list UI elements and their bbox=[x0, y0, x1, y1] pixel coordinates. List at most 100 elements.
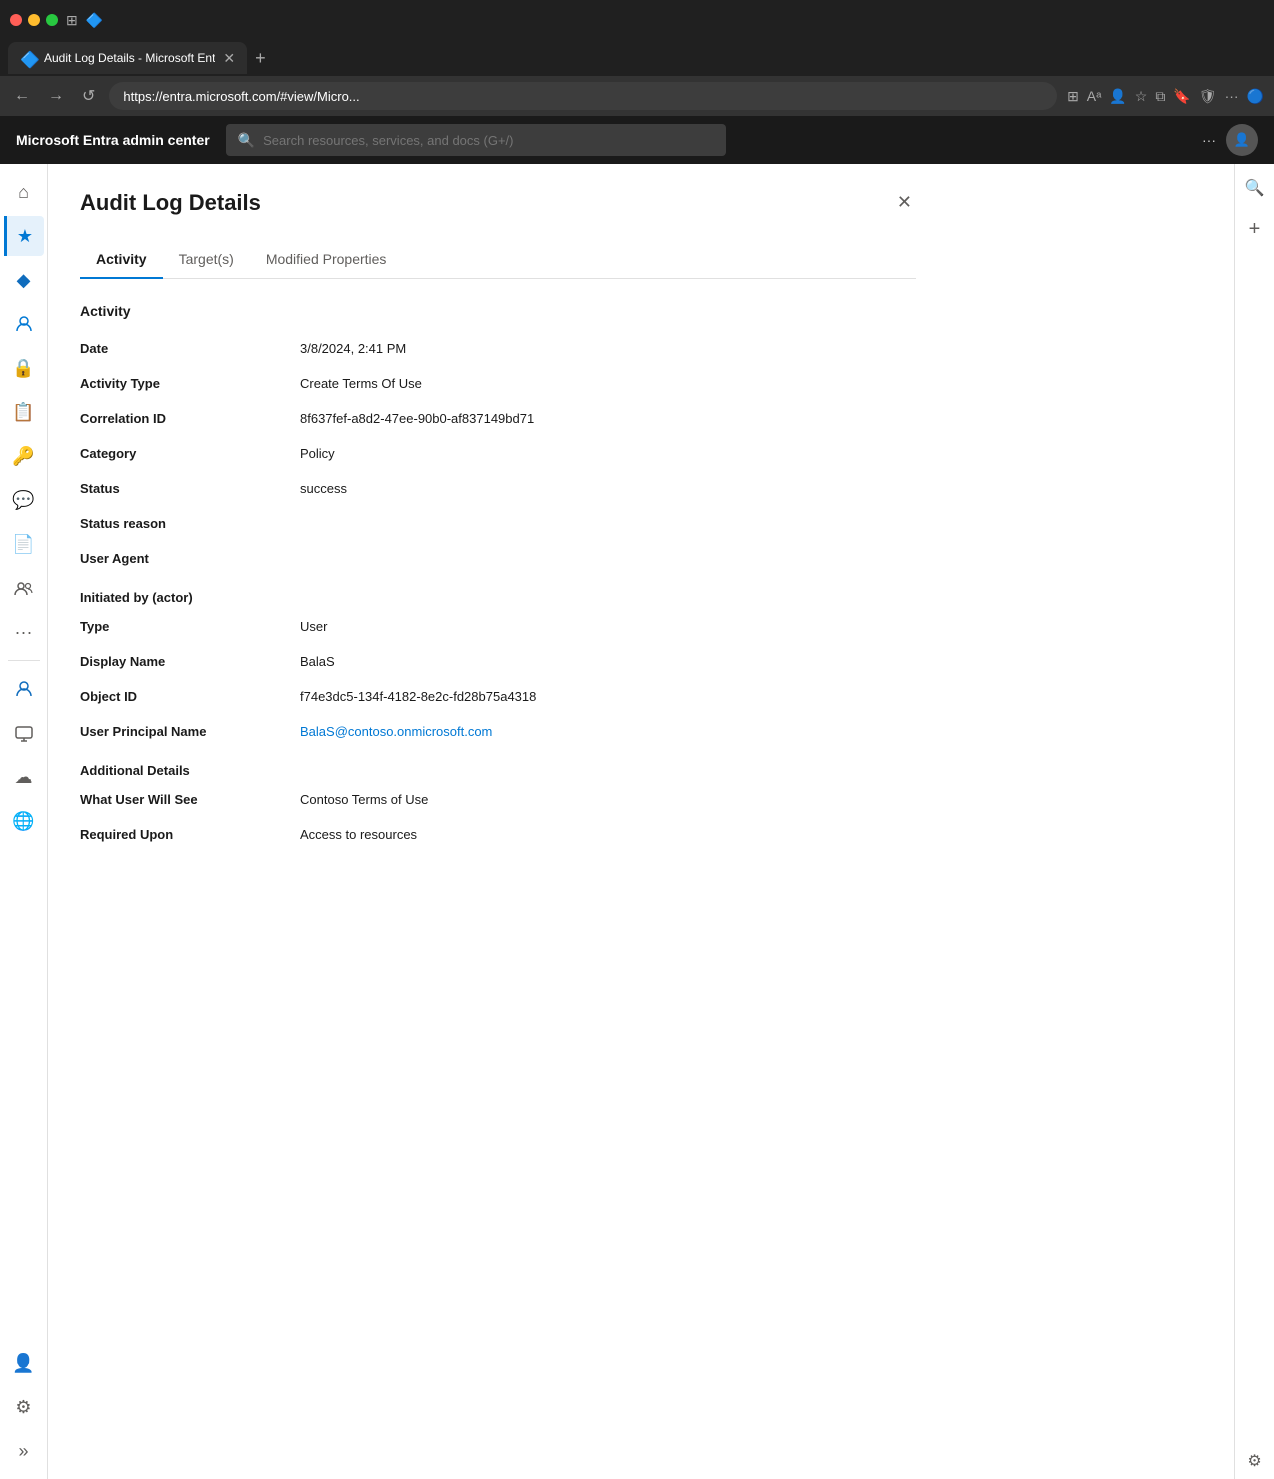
additional-details-header: Additional Details bbox=[80, 749, 916, 782]
ellipsis-icon[interactable]: ··· bbox=[1225, 88, 1239, 104]
display-name-value: BalaS bbox=[300, 654, 335, 669]
back-button[interactable]: ← bbox=[10, 83, 34, 109]
correlation-id-value: 8f637fef-a8d2-47ee-90b0-af837149bd71 bbox=[300, 411, 534, 426]
search-bar[interactable]: 🔍 bbox=[226, 124, 726, 156]
sidebar-item-external[interactable] bbox=[4, 669, 44, 709]
right-search-icon[interactable]: 🔍 bbox=[1239, 172, 1271, 204]
display-name-row: Display Name BalaS bbox=[80, 644, 916, 679]
activity-type-row: Activity Type Create Terms Of Use bbox=[80, 366, 916, 401]
category-row: Category Policy bbox=[80, 436, 916, 471]
upn-label: User Principal Name bbox=[80, 724, 300, 739]
correlation-id-row: Correlation ID 8f637fef-a8d2-47ee-90b0-a… bbox=[80, 401, 916, 436]
category-value: Policy bbox=[300, 446, 335, 461]
forward-button[interactable]: → bbox=[44, 83, 68, 109]
sidebar-item-users[interactable] bbox=[4, 304, 44, 344]
what-user-will-see-value: Contoso Terms of Use bbox=[300, 792, 428, 807]
tab-title: Audit Log Details - Microsoft Ent bbox=[44, 51, 215, 65]
status-row: Status success bbox=[80, 471, 916, 506]
profile-icon[interactable]: 🔵 bbox=[1247, 88, 1264, 105]
sidebar: ⌂ ★ ◆ 🔒 📋 🔑 💬 📄 · bbox=[0, 164, 48, 1479]
avatar[interactable]: 👤 bbox=[1226, 124, 1258, 156]
object-id-row: Object ID f74e3dc5-134f-4182-8e2c-fd28b7… bbox=[80, 679, 916, 714]
sidebar-item-home[interactable]: ⌂ bbox=[4, 172, 44, 212]
sidebar-item-global[interactable]: 🌐 bbox=[4, 801, 44, 841]
search-icon: 🔍 bbox=[238, 132, 255, 149]
read-mode-icon[interactable]: Aᵃ bbox=[1087, 88, 1102, 104]
header-right: ··· 👤 bbox=[1202, 124, 1258, 156]
what-user-will-see-label: What User Will See bbox=[80, 792, 300, 807]
status-value: success bbox=[300, 481, 347, 496]
date-label: Date bbox=[80, 341, 300, 356]
sidebar-item-more[interactable]: ··· bbox=[4, 612, 44, 652]
star-icon[interactable]: ☆ bbox=[1135, 88, 1148, 105]
address-input[interactable] bbox=[109, 82, 1057, 110]
ellipsis-menu-icon[interactable]: ··· bbox=[1202, 132, 1216, 148]
right-add-icon[interactable]: + bbox=[1243, 212, 1267, 247]
entra-header: Microsoft Entra admin center 🔍 ··· 👤 bbox=[0, 116, 1274, 164]
tab-favicon: 🔷 bbox=[86, 12, 103, 29]
entra-logo: Microsoft Entra admin center bbox=[16, 132, 210, 148]
sidebar-item-devices[interactable] bbox=[4, 713, 44, 753]
type-value: User bbox=[300, 619, 327, 634]
required-upon-row: Required Upon Access to resources bbox=[80, 817, 916, 852]
tab-activity[interactable]: Activity bbox=[80, 241, 163, 279]
sidebar-item-settings[interactable]: ⚙ bbox=[4, 1387, 44, 1427]
sidebar-item-cloud[interactable]: ☁ bbox=[4, 757, 44, 797]
sidebar-item-applications[interactable]: 📋 bbox=[4, 392, 44, 432]
sidebar-toggle-icon[interactable]: ⊞ bbox=[66, 12, 78, 29]
sidebar-item-favorites[interactable]: ★ bbox=[4, 216, 44, 256]
minimize-window-button[interactable] bbox=[28, 14, 40, 26]
sidebar-item-identity[interactable]: ◆ bbox=[4, 260, 44, 300]
object-id-label: Object ID bbox=[80, 689, 300, 704]
tab-favicon-icon: 🔷 bbox=[20, 50, 36, 66]
object-id-value: f74e3dc5-134f-4182-8e2c-fd28b75a4318 bbox=[300, 689, 536, 704]
new-tab-button[interactable]: + bbox=[255, 48, 266, 69]
tab-modified-properties[interactable]: Modified Properties bbox=[250, 241, 403, 279]
panel-title: Audit Log Details bbox=[80, 190, 261, 216]
tabs-bar: Activity Target(s) Modified Properties bbox=[80, 241, 916, 279]
browser-tab[interactable]: 🔷 Audit Log Details - Microsoft Ent ✕ bbox=[8, 42, 247, 74]
tab-targets[interactable]: Target(s) bbox=[163, 241, 250, 279]
activity-section-title: Activity bbox=[80, 303, 916, 319]
initiated-by-header: Initiated by (actor) bbox=[80, 576, 916, 609]
status-reason-row: Status reason bbox=[80, 506, 916, 541]
what-user-will-see-row: What User Will See Contoso Terms of Use bbox=[80, 782, 916, 817]
date-row: Date 3/8/2024, 2:41 PM bbox=[80, 331, 916, 366]
content-area: Audit Log Details ✕ Activity Target(s) M… bbox=[48, 164, 1234, 1479]
sidebar-item-expand[interactable]: » bbox=[4, 1431, 44, 1471]
correlation-id-label: Correlation ID bbox=[80, 411, 300, 426]
activity-type-label: Activity Type bbox=[80, 376, 300, 391]
date-value: 3/8/2024, 2:41 PM bbox=[300, 341, 406, 356]
tab-close-icon[interactable]: ✕ bbox=[223, 50, 235, 67]
grid-icon[interactable]: ⊞ bbox=[1067, 88, 1079, 105]
extensions-icon[interactable]: 🛡 bbox=[1199, 88, 1217, 105]
close-window-button[interactable] bbox=[10, 14, 22, 26]
sidebar-item-profile[interactable]: 👤 bbox=[4, 1343, 44, 1383]
user-agent-row: User Agent bbox=[80, 541, 916, 576]
right-settings-icon[interactable]: ⚙ bbox=[1241, 1447, 1267, 1476]
sidebar-item-reports[interactable]: 📄 bbox=[4, 524, 44, 564]
split-view-icon[interactable]: ⧉ bbox=[1155, 88, 1165, 105]
status-reason-label: Status reason bbox=[80, 516, 300, 531]
user-icon[interactable]: 👤 bbox=[1109, 88, 1126, 105]
search-input[interactable] bbox=[263, 133, 714, 148]
category-label: Category bbox=[80, 446, 300, 461]
refresh-button[interactable]: ↺ bbox=[78, 82, 99, 110]
status-label: Status bbox=[80, 481, 300, 496]
right-sidebar: 🔍 + ⚙ bbox=[1234, 164, 1274, 1479]
display-name-label: Display Name bbox=[80, 654, 300, 669]
collections-icon[interactable]: 🔖 bbox=[1173, 88, 1190, 105]
avatar-initial: 👤 bbox=[1234, 132, 1250, 148]
user-agent-label: User Agent bbox=[80, 551, 300, 566]
sidebar-item-roles[interactable]: 🔑 bbox=[4, 436, 44, 476]
close-panel-button[interactable]: ✕ bbox=[893, 188, 916, 217]
upn-row: User Principal Name BalaS@contoso.onmicr… bbox=[80, 714, 916, 749]
sidebar-item-messages[interactable]: 💬 bbox=[4, 480, 44, 520]
sidebar-item-groups[interactable] bbox=[4, 568, 44, 608]
upn-value[interactable]: BalaS@contoso.onmicrosoft.com bbox=[300, 724, 492, 739]
sidebar-divider bbox=[8, 660, 40, 661]
sidebar-item-protection[interactable]: 🔒 bbox=[4, 348, 44, 388]
address-bar-icons: ⊞ Aᵃ 👤 ☆ ⧉ 🔖 🛡 ··· 🔵 bbox=[1067, 88, 1264, 105]
maximize-window-button[interactable] bbox=[46, 14, 58, 26]
activity-type-value: Create Terms Of Use bbox=[300, 376, 422, 391]
